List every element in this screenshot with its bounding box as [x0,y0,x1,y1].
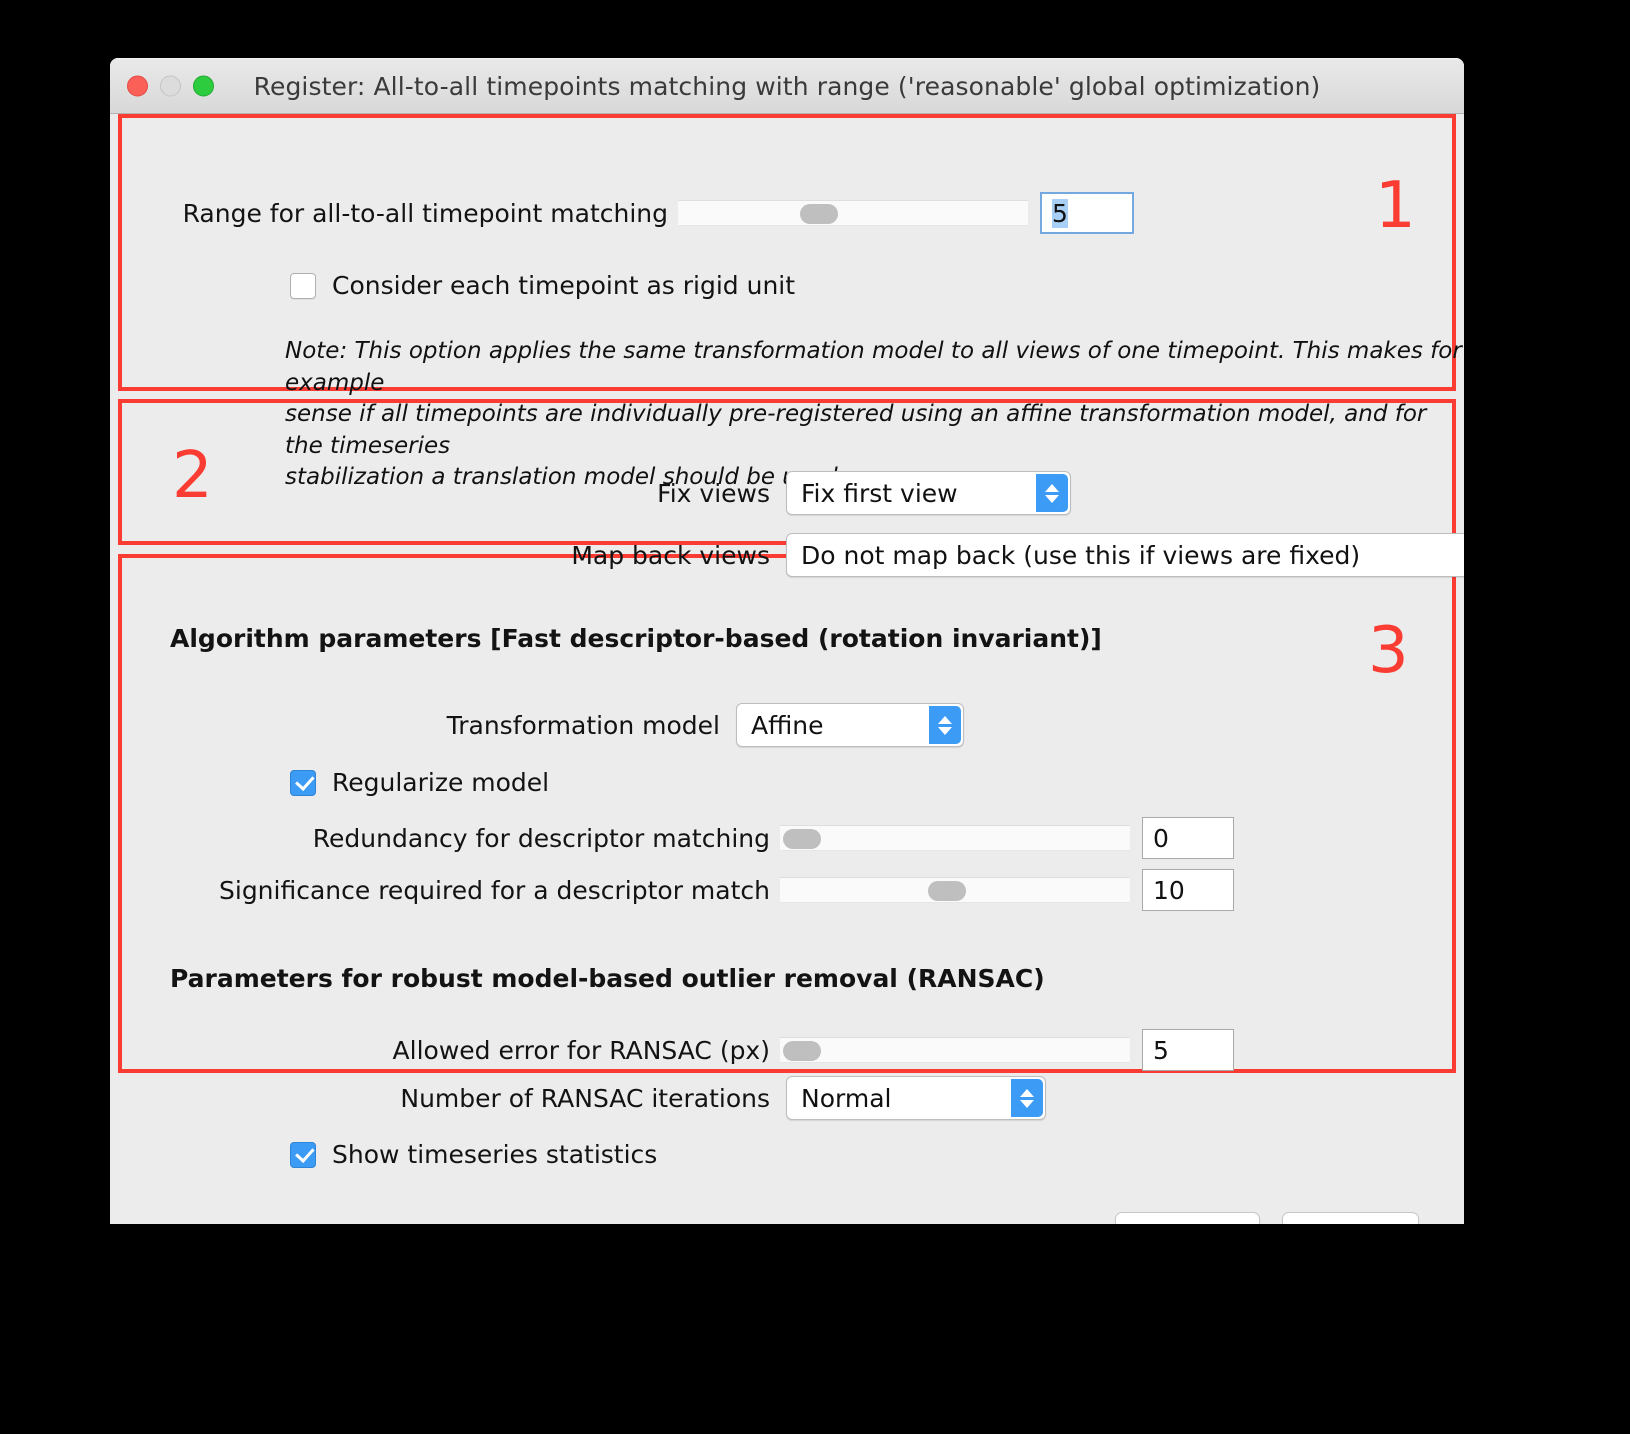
maximize-window-button[interactable] [193,75,214,97]
ok-button-label: OK [1332,1221,1368,1225]
map-back-views-select[interactable]: Do not map back (use this if views are f… [786,533,1464,577]
ransac-error-slider-knob[interactable] [783,1041,821,1061]
chevron-up-icon [938,715,952,724]
ransac-error-value-text: 5 [1153,1035,1169,1065]
algorithm-parameters-header: Algorithm parameters [Fast descriptor-ba… [170,624,1102,653]
significance-slider-knob[interactable] [928,881,966,901]
window-title: Register: All-to-all timepoints matching… [253,71,1321,101]
range-row: Range for all-to-all timepoint matching … [178,191,1188,235]
chevron-up-icon [1045,483,1059,492]
window-controls [127,75,214,97]
rigid-unit-label: Consider each timepoint as rigid unit [332,271,796,300]
rigid-unit-note: Note: This option applies the same trans… [285,336,1464,494]
regularize-model-label: Regularize model [332,768,550,797]
transformation-model-row: Transformation model Affine [170,703,964,747]
show-timeseries-statistics-checkbox[interactable] [290,1141,316,1168]
range-slider[interactable] [678,200,1028,226]
redundancy-slider-knob[interactable] [783,829,821,849]
screen-background: Register: All-to-all timepoints matching… [0,0,1630,1434]
ransac-error-slider[interactable] [780,1037,1130,1063]
fix-views-value: Fix first view [801,478,958,508]
transformation-model-value: Affine [751,710,824,740]
note-line-2: sense if all timepoints are individually… [285,401,1427,459]
annotation-number-2: 2 [172,439,213,513]
significance-slider[interactable] [780,877,1130,903]
range-slider-knob[interactable] [800,204,838,224]
chevron-down-icon [1020,1099,1034,1108]
significance-label: Significance required for a descriptor m… [219,875,770,905]
ransac-iterations-row: Number of RANSAC iterations Normal [170,1076,1046,1120]
ransac-iterations-stepper-icon[interactable] [1011,1079,1043,1117]
transformation-model-label: Transformation model [446,710,720,740]
redundancy-slider[interactable] [780,825,1130,851]
dialog-content: 1 2 3 Range for all-to-all timepoint mat… [110,114,1464,1224]
title-bar[interactable]: Register: All-to-all timepoints matching… [110,58,1464,114]
map-back-views-label: Map back views [571,540,770,570]
cancel-button-label: Cancel [1145,1221,1230,1225]
transformation-model-select[interactable]: Affine [736,703,964,747]
transformation-model-stepper-icon[interactable] [929,706,961,744]
show-timeseries-statistics-row[interactable]: Show timeseries statistics [290,1140,657,1169]
redundancy-label: Redundancy for descriptor matching [312,823,770,853]
ransac-error-label: Allowed error for RANSAC (px) [392,1035,770,1065]
annotation-number-3: 3 [1368,614,1409,688]
redundancy-row: Redundancy for descriptor matching 0 [170,816,1234,860]
fix-views-row: Fix views Fix first view [420,471,1071,515]
regularize-model-checkbox[interactable] [290,769,316,796]
fix-views-label: Fix views [657,478,770,508]
annotation-number-1: 1 [1375,169,1416,243]
significance-value-text: 10 [1153,875,1185,905]
range-value-text: 5 [1052,198,1068,228]
ransac-error-row: Allowed error for RANSAC (px) 5 [170,1028,1234,1072]
fix-views-select[interactable]: Fix first view [786,471,1071,515]
map-back-views-row: Map back views Do not map back (use this… [420,533,1464,577]
close-window-button[interactable] [127,75,148,97]
ransac-iterations-label: Number of RANSAC iterations [400,1083,770,1113]
ransac-iterations-value: Normal [801,1083,892,1113]
redundancy-value-text: 0 [1153,823,1169,853]
chevron-down-icon [1045,494,1059,503]
dialog-window: Register: All-to-all timepoints matching… [110,58,1464,1224]
ransac-iterations-select[interactable]: Normal [786,1076,1046,1120]
minimize-window-button[interactable] [160,75,181,97]
fix-views-stepper-icon[interactable] [1036,474,1068,512]
cancel-button[interactable]: Cancel [1115,1212,1260,1224]
significance-value-input[interactable]: 10 [1142,869,1234,911]
rigid-unit-row[interactable]: Consider each timepoint as rigid unit [290,271,795,300]
chevron-down-icon [938,726,952,735]
note-line-1: Note: This option applies the same trans… [285,338,1462,396]
redundancy-value-input[interactable]: 0 [1142,817,1234,859]
map-back-views-value: Do not map back (use this if views are f… [801,540,1361,570]
range-label: Range for all-to-all timepoint matching [182,198,668,228]
range-value-input[interactable]: 5 [1040,192,1134,234]
ransac-error-value-input[interactable]: 5 [1142,1029,1234,1071]
ransac-parameters-header: Parameters for robust model-based outlie… [170,964,1045,993]
chevron-up-icon [1020,1088,1034,1097]
significance-row: Significance required for a descriptor m… [130,868,1234,912]
rigid-unit-checkbox[interactable] [290,272,316,299]
show-timeseries-statistics-label: Show timeseries statistics [332,1140,658,1169]
ok-button[interactable]: OK [1282,1212,1419,1224]
regularize-model-row[interactable]: Regularize model [290,768,549,797]
